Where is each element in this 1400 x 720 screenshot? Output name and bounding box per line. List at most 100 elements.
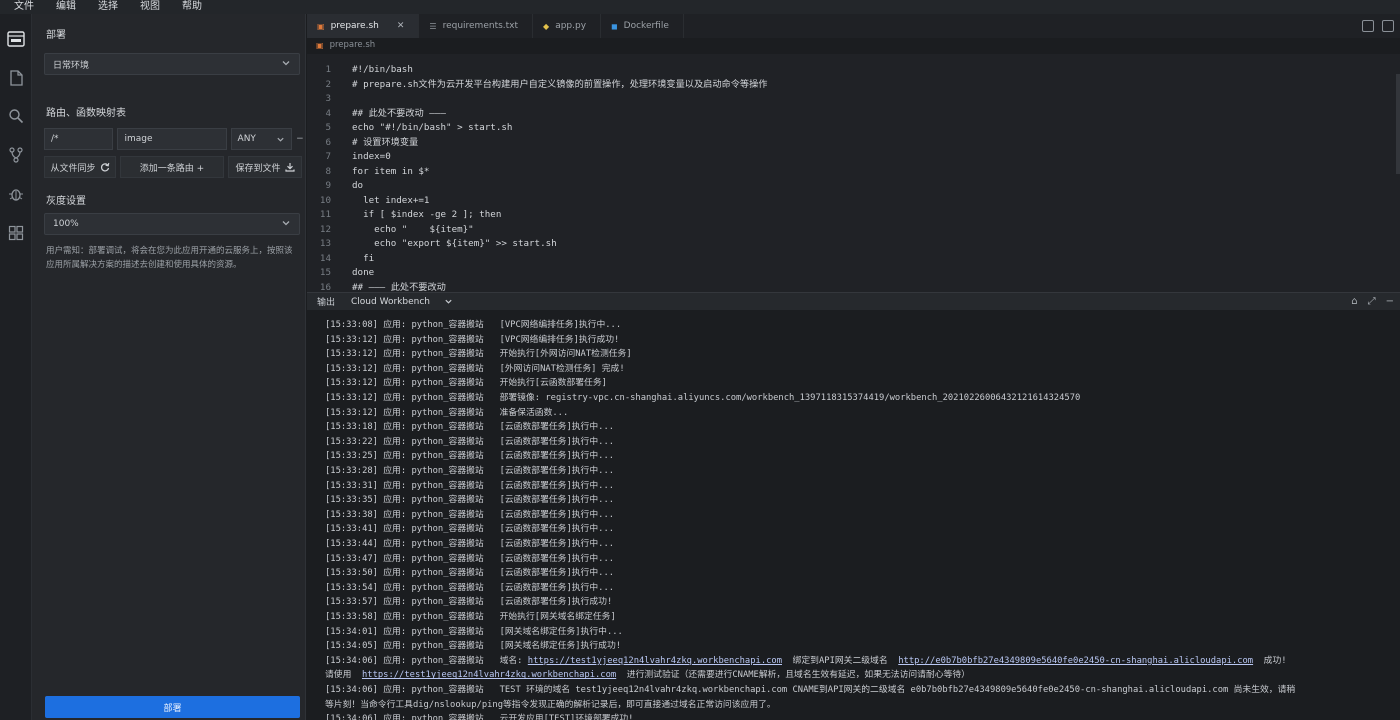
output-channel-value: Cloud Workbench bbox=[351, 296, 430, 307]
line-number: 3 bbox=[325, 93, 331, 104]
tab-requirements-txt[interactable]: ☰ requirements.txt bbox=[419, 14, 534, 38]
route-target-input[interactable]: image bbox=[117, 128, 227, 150]
log-line: [15:33:44] 应用: python_容器搬站 [云函数部署任务]执行中.… bbox=[325, 539, 615, 549]
code-text: for item in $* bbox=[352, 165, 430, 177]
route-path-input[interactable]: /* bbox=[44, 128, 114, 150]
log-line: [15:34:06] 应用: python_容器搬站 云开发应用[TEST]环境… bbox=[325, 714, 634, 720]
panel-actions: ⌂ ⤢ − bbox=[1351, 296, 1394, 307]
route-method-select[interactable]: ANY bbox=[230, 128, 293, 150]
code-text: let index+=1 bbox=[352, 194, 430, 206]
maximize-icon[interactable]: ⤢ bbox=[1368, 296, 1376, 307]
code-line: 16 ## ——— 此处不要改动 bbox=[307, 281, 1400, 293]
save-to-file-label: 保存到文件 bbox=[235, 163, 281, 174]
code-line: 13 echo "export ${item}" >> start.sh bbox=[307, 237, 1400, 252]
tab-label: Dockerfile bbox=[623, 21, 669, 31]
log-text: [15:34:06] 应用: python_容器搬站 域名: bbox=[325, 655, 528, 666]
line-number: 14 bbox=[319, 252, 331, 264]
gateway-link[interactable]: http://e0b7b0bfb27e4349809e5640fe0e2450-… bbox=[898, 656, 1253, 666]
route-row: /* image ANY − bbox=[44, 128, 304, 150]
tab-label: requirements.txt bbox=[442, 21, 519, 31]
sync-from-file-button[interactable]: 从文件同步 bbox=[44, 156, 116, 178]
code-line: 10 let index+=1 bbox=[307, 194, 1400, 209]
deploy-sidebar: 部署 日常环境 路由、函数映射表 /* image ANY − 从文件同步 添加… bbox=[32, 14, 306, 720]
search-icon[interactable] bbox=[7, 107, 25, 125]
environment-select[interactable]: 日常环境 bbox=[44, 53, 300, 75]
code-editor[interactable]: 1 #!/bin/bash 2 # prepare.sh文件为云开发平台构建用户自定义… bbox=[307, 54, 1400, 292]
tab-prepare-sh[interactable]: ▣ prepare.sh ✕ bbox=[307, 14, 420, 38]
code-line: 9 do bbox=[307, 179, 1400, 194]
files-icon[interactable] bbox=[7, 69, 25, 87]
log-line: [15:33:12] 应用: python_容器搬站 [VPC网络编排任务]执行… bbox=[325, 334, 620, 345]
code-text: ## 此处不要改动 ——— bbox=[352, 107, 446, 119]
line-number: 2 bbox=[325, 78, 331, 90]
code-line: 12 echo " ${item}" bbox=[307, 223, 1400, 238]
code-line: 6 # 设置环境变量 bbox=[307, 136, 1400, 151]
domain-link[interactable]: https://test1yjeeq12n4lvahr4zkq.workbenc… bbox=[528, 656, 782, 666]
log-line: [15:33:47] 应用: python_容器搬站 [云函数部署任务]执行中.… bbox=[325, 553, 615, 564]
output-panel-header: 输出 Cloud Workbench ⌂ ⤢ − bbox=[307, 292, 1400, 310]
save-to-file-button[interactable]: 保存到文件 bbox=[228, 156, 302, 178]
line-number: 9 bbox=[325, 180, 331, 191]
log-line: [15:34:01] 应用: python_容器搬站 [网关域名绑定任务]执行中… bbox=[325, 626, 623, 637]
menu-file[interactable]: 文件 bbox=[14, 0, 34, 14]
code-text: echo "export ${item}" >> start.sh bbox=[352, 238, 557, 249]
line-number: 16 bbox=[319, 281, 331, 293]
tab-app-py[interactable]: ◆ app.py bbox=[533, 14, 602, 38]
close-tab-icon[interactable]: ✕ bbox=[397, 21, 405, 31]
domain-link[interactable]: https://test1yjeeq12n4lvahr4zkq.workbenc… bbox=[362, 670, 616, 680]
refresh-icon bbox=[100, 162, 109, 172]
line-number: 7 bbox=[325, 151, 331, 162]
minimize-icon[interactable]: − bbox=[1386, 296, 1394, 307]
log-line: [15:33:12] 应用: python_容器搬站 开始执行[云函数部署任务] bbox=[325, 378, 607, 389]
code-text: fi bbox=[352, 252, 375, 264]
line-number: 8 bbox=[325, 165, 331, 177]
remove-route-icon[interactable]: − bbox=[296, 128, 304, 150]
extensions-icon[interactable] bbox=[7, 224, 25, 242]
output-channel-select[interactable]: Cloud Workbench bbox=[351, 297, 453, 307]
menu-help[interactable]: 帮助 bbox=[182, 0, 202, 14]
more-actions-icon[interactable] bbox=[1382, 20, 1394, 32]
log-line: [15:33:12] 应用: python_容器搬站 部署镜像: registr… bbox=[325, 393, 1081, 403]
line-number: 6 bbox=[325, 136, 331, 148]
log-line: [15:33:54] 应用: python_容器搬站 [云函数部署任务]执行中.… bbox=[325, 582, 615, 593]
gray-percentage-value: 100% bbox=[53, 219, 79, 229]
log-text: 进行测试验证（还需要进行CNAME解析，且域名生效有延迟，如果无法访问请耐心等待… bbox=[616, 670, 970, 681]
code-line: 3 bbox=[307, 92, 1400, 107]
tab-label: prepare.sh bbox=[330, 21, 379, 31]
log-line: [15:33:12] 应用: python_容器搬站 [外网访问NAT检测任务]… bbox=[325, 363, 625, 374]
code-text: #!/bin/bash bbox=[352, 64, 413, 75]
log-line: [15:33:25] 应用: python_容器搬站 [云函数部署任务]执行中.… bbox=[325, 451, 615, 462]
code-text: do bbox=[352, 180, 364, 191]
log-line: [15:33:08] 应用: python_容器搬站 [VPC网络编排任务]执行… bbox=[325, 320, 622, 330]
output-log[interactable]: [15:33:08] 应用: python_容器搬站 [VPC网络编排任务]执行… bbox=[307, 310, 1400, 720]
menu-select[interactable]: 选择 bbox=[98, 0, 118, 14]
log-line: [15:33:57] 应用: python_容器搬站 [云函数部署任务]执行成功… bbox=[325, 597, 613, 608]
route-section-title: 路由、函数映射表 bbox=[46, 108, 126, 119]
log-line: [15:33:22] 应用: python_容器搬站 [云函数部署任务]执行中.… bbox=[325, 436, 615, 447]
environment-select-value: 日常环境 bbox=[53, 60, 90, 71]
log-line: [15:33:38] 应用: python_容器搬站 [云函数部署任务]执行中.… bbox=[325, 509, 615, 520]
source-control-icon[interactable] bbox=[7, 146, 25, 164]
debug-icon[interactable] bbox=[7, 185, 25, 203]
sidebar-title: 部署 bbox=[46, 30, 66, 41]
output-tab[interactable]: 输出 bbox=[317, 295, 335, 308]
log-line: [15:33:31] 应用: python_容器搬站 [云函数部署任务]执行中.… bbox=[325, 480, 615, 491]
gray-percentage-select[interactable]: 100% bbox=[44, 213, 300, 235]
breadcrumb-file[interactable]: prepare.sh bbox=[330, 40, 376, 50]
tab-dockerfile[interactable]: ◼ Dockerfile bbox=[601, 14, 684, 38]
code-text: echo " ${item}" bbox=[352, 223, 474, 235]
deploy-panel-icon[interactable] bbox=[7, 30, 25, 48]
lock-icon[interactable]: ⌂ bbox=[1351, 296, 1357, 307]
chevron-down-icon bbox=[282, 221, 290, 226]
code-text: # prepare.sh文件为云开发平台构建用户自定义镜像的前置操作，处理环境变… bbox=[352, 78, 768, 90]
menu-edit[interactable]: 编辑 bbox=[56, 0, 76, 14]
add-route-button[interactable]: 添加一条路由 + bbox=[120, 156, 224, 178]
menu-view[interactable]: 视图 bbox=[140, 0, 160, 14]
gray-release-title: 灰度设置 bbox=[46, 196, 86, 207]
split-editor-icon[interactable] bbox=[1362, 20, 1374, 32]
code-line: 1 #!/bin/bash bbox=[307, 63, 1400, 78]
log-line: 等片刻！当命令行工具dig/nslookup/ping等指令发现正确的解析记录后… bbox=[325, 699, 776, 710]
code-line: 7 index=0 bbox=[307, 150, 1400, 165]
deploy-button[interactable]: 部署 bbox=[45, 696, 300, 718]
log-line: [15:33:50] 应用: python_容器搬站 [云函数部署任务]执行中.… bbox=[325, 568, 615, 579]
